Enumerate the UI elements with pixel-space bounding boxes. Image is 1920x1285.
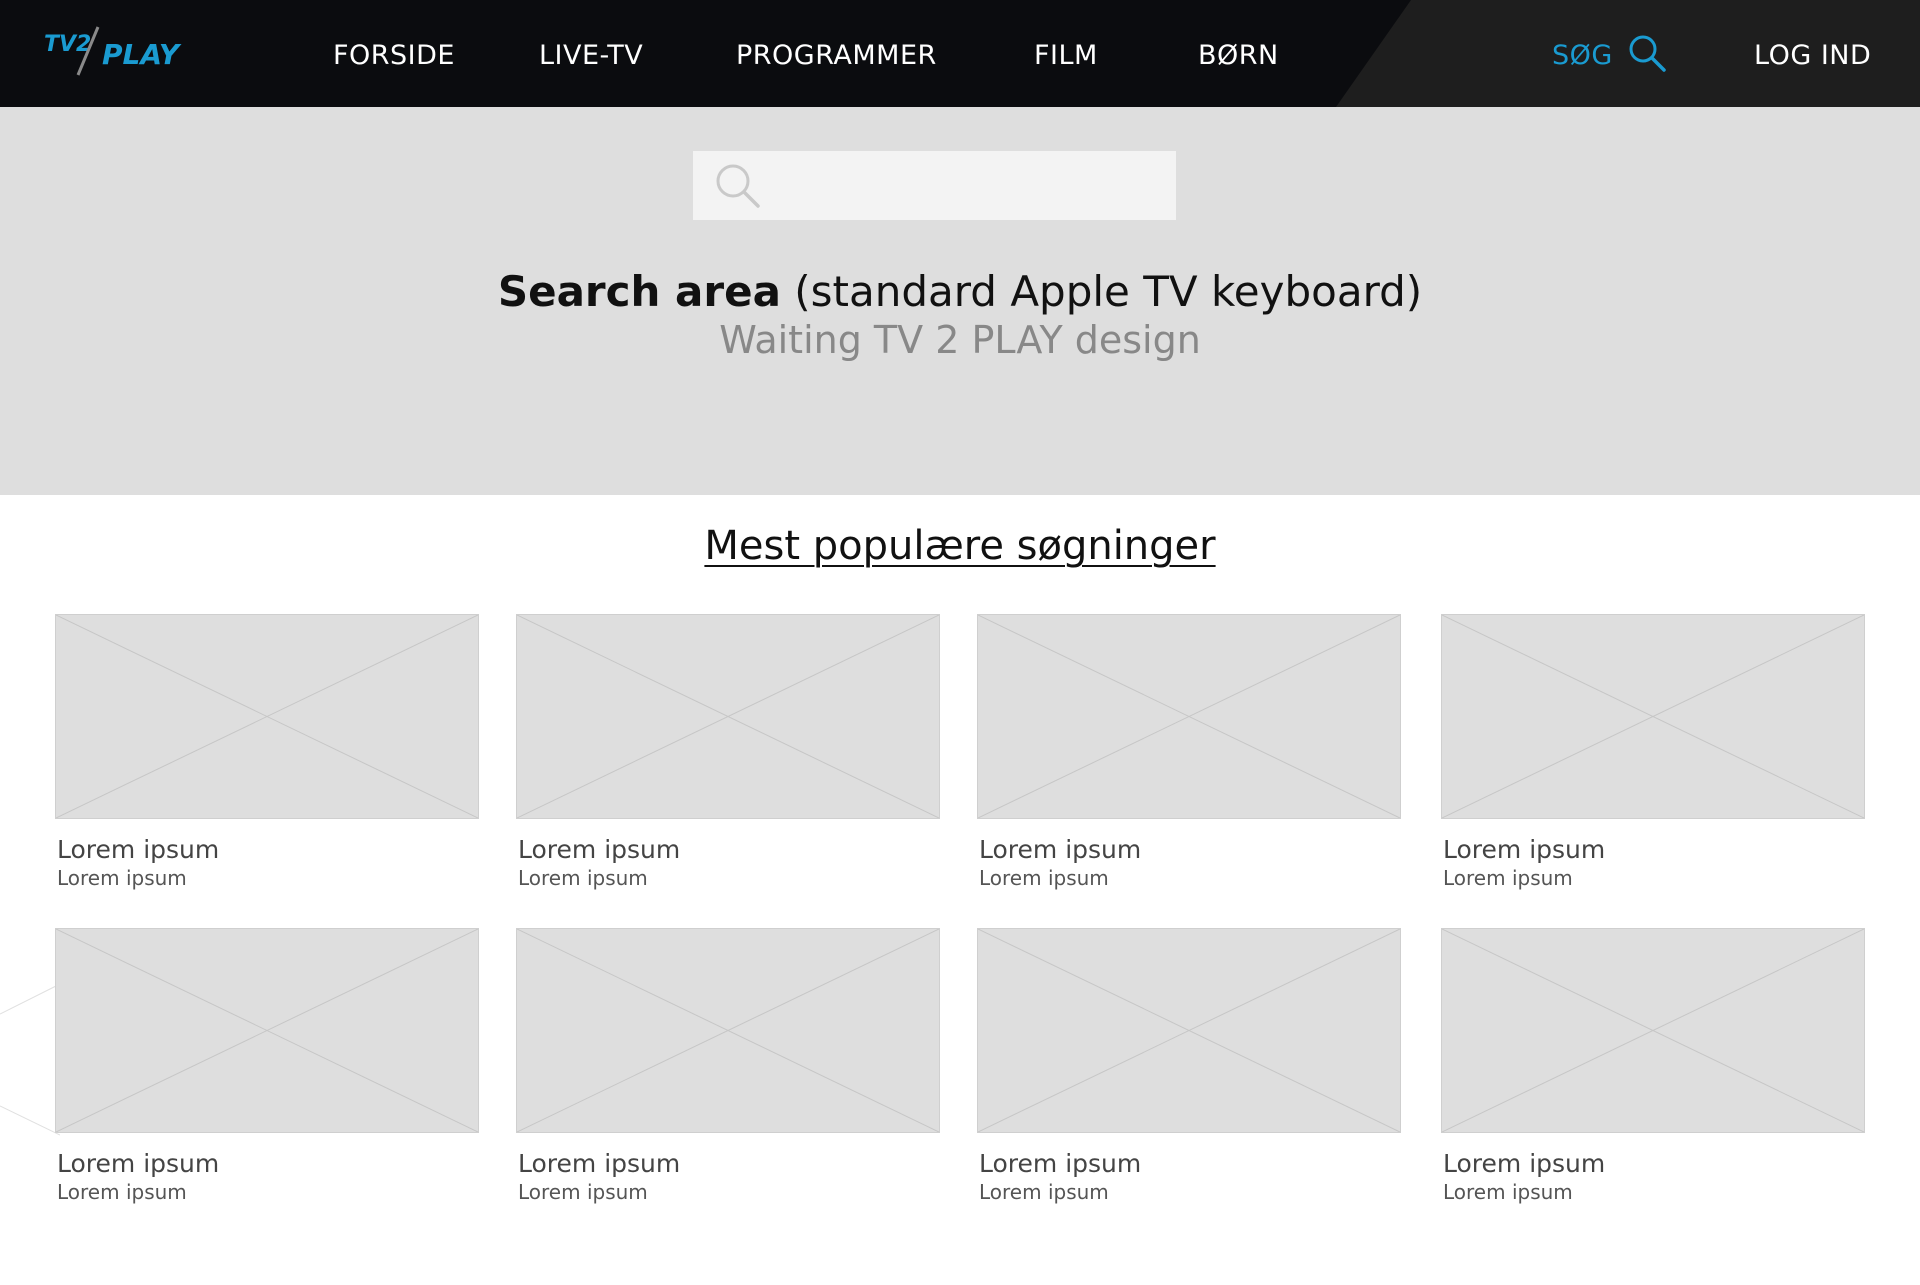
thumbnail-placeholder (1441, 614, 1865, 819)
card-title: Lorem ipsum (518, 1149, 681, 1178)
popular-searches-title: Mest populære søgninger (704, 523, 1216, 569)
search-icon (713, 161, 763, 216)
card-subtitle: Lorem ipsum (1443, 866, 1573, 890)
card-title: Lorem ipsum (1443, 1149, 1606, 1178)
popular-card[interactable]: Lorem ipsum Lorem ipsum (1441, 614, 1865, 890)
nav-item-forside[interactable]: FORSIDE (333, 38, 455, 74)
logo-play-text: PLAY (102, 38, 182, 71)
search-area-heading-bold: Search area (497, 267, 781, 316)
search-icon (1627, 33, 1667, 78)
search-box[interactable] (693, 151, 1176, 220)
nav-search-label: SØG (1552, 39, 1613, 71)
popular-card[interactable]: Lorem ipsum Lorem ipsum (55, 928, 479, 1204)
card-subtitle: Lorem ipsum (518, 1180, 648, 1204)
card-title: Lorem ipsum (57, 835, 220, 864)
popular-card[interactable]: Lorem ipsum Lorem ipsum (516, 928, 940, 1204)
nav-item-programmer[interactable]: PROGRAMMER (736, 38, 937, 74)
popular-card[interactable]: Lorem ipsum Lorem ipsum (977, 614, 1401, 890)
card-title: Lorem ipsum (979, 1149, 1142, 1178)
search-area-heading: Search area (standard Apple TV keyboard) (0, 267, 1920, 316)
logo-tv2-text: TV2 (44, 32, 91, 57)
thumbnail-placeholder (516, 928, 940, 1133)
top-navigation-bar: TV2 PLAY FORSIDE LIVE-TV PROGRAMMER FILM… (0, 0, 1920, 107)
card-subtitle: Lorem ipsum (979, 866, 1109, 890)
card-subtitle: Lorem ipsum (979, 1180, 1109, 1204)
nav-item-born[interactable]: BØRN (1198, 38, 1279, 74)
nav-search-button[interactable]: SØG (1552, 34, 1667, 76)
logo-graphic: TV2 PLAY (44, 26, 182, 76)
search-area: Search area (standard Apple TV keyboard)… (0, 107, 1920, 495)
card-subtitle: Lorem ipsum (57, 1180, 187, 1204)
card-subtitle: Lorem ipsum (57, 866, 187, 890)
card-title: Lorem ipsum (518, 835, 681, 864)
popular-card[interactable]: Lorem ipsum Lorem ipsum (516, 614, 940, 890)
login-button[interactable]: LOG IND (1754, 38, 1871, 74)
card-subtitle: Lorem ipsum (1443, 1180, 1573, 1204)
popular-card[interactable]: Lorem ipsum Lorem ipsum (55, 614, 479, 890)
search-area-subheading: Waiting TV 2 PLAY design (719, 318, 1201, 362)
card-title: Lorem ipsum (1443, 835, 1606, 864)
page: TV2 PLAY FORSIDE LIVE-TV PROGRAMMER FILM… (0, 0, 1920, 1285)
tv2-play-logo[interactable]: TV2 PLAY (42, 24, 202, 80)
decorative-lines (0, 985, 60, 1136)
nav-item-live-tv[interactable]: LIVE-TV (539, 38, 643, 74)
card-title: Lorem ipsum (57, 1149, 220, 1178)
thumbnail-placeholder (55, 614, 479, 819)
thumbnail-placeholder (55, 928, 479, 1133)
thumbnail-placeholder (516, 614, 940, 819)
search-area-heading-rest: (standard Apple TV keyboard) (780, 267, 1423, 316)
thumbnail-placeholder (977, 614, 1401, 819)
nav-item-film[interactable]: FILM (1034, 38, 1098, 74)
search-input[interactable] (767, 151, 1167, 220)
popular-card[interactable]: Lorem ipsum Lorem ipsum (977, 928, 1401, 1204)
thumbnail-placeholder (977, 928, 1401, 1133)
thumbnail-placeholder (1441, 928, 1865, 1133)
card-subtitle: Lorem ipsum (518, 866, 648, 890)
card-title: Lorem ipsum (979, 835, 1142, 864)
popular-card[interactable]: Lorem ipsum Lorem ipsum (1441, 928, 1865, 1204)
